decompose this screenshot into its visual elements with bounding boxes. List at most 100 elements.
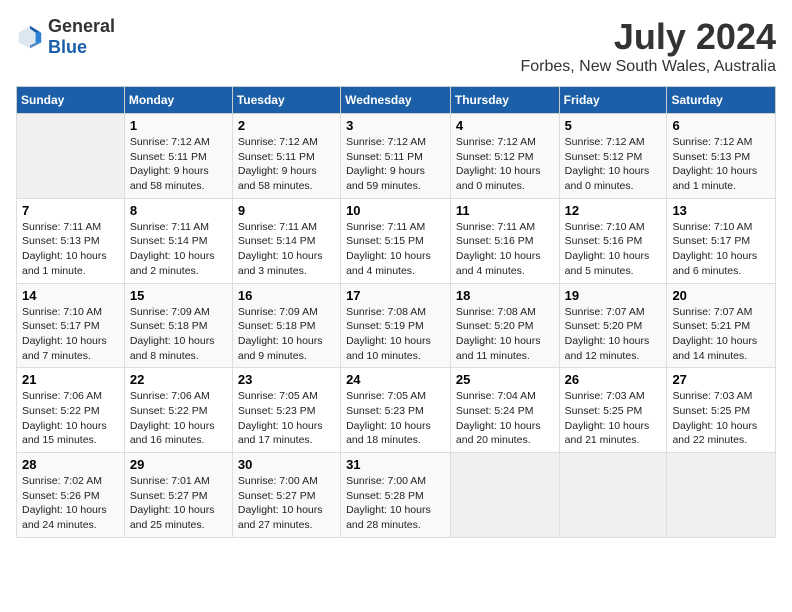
day-info: Sunrise: 7:03 AMSunset: 5:25 PMDaylight:… <box>565 390 650 446</box>
calendar-cell: 24Sunrise: 7:05 AMSunset: 5:23 PMDayligh… <box>341 368 451 453</box>
day-info: Sunrise: 7:12 AMSunset: 5:11 PMDaylight:… <box>238 136 318 192</box>
calendar-cell: 15Sunrise: 7:09 AMSunset: 5:18 PMDayligh… <box>124 283 232 368</box>
calendar-week-3: 14Sunrise: 7:10 AMSunset: 5:17 PMDayligh… <box>17 283 776 368</box>
calendar-cell: 4 Sunrise: 7:12 AMSunset: 5:12 PMDaylight… <box>450 114 559 199</box>
calendar-week-4: 21Sunrise: 7:06 AMSunset: 5:22 PMDayligh… <box>17 368 776 453</box>
calendar-cell: 27 Sunrise: 7:03 AMSunset: 5:25 PMDayligh… <box>667 368 776 453</box>
day-number: 18 <box>456 288 554 303</box>
day-number: 13 <box>672 203 770 218</box>
calendar-cell: 3 Sunrise: 7:12 AMSunset: 5:11 PMDaylight… <box>341 114 451 199</box>
day-number: 4 <box>456 118 554 133</box>
day-header-tuesday: Tuesday <box>232 87 340 114</box>
main-title: July 2024 <box>520 16 776 58</box>
calendar-cell: 13 Sunrise: 7:10 AMSunset: 5:17 PMDayligh… <box>667 198 776 283</box>
day-number: 25 <box>456 372 554 387</box>
day-info: Sunrise: 7:03 AMSunset: 5:25 PMDaylight:… <box>672 390 757 446</box>
logo-general-text: General <box>48 16 115 36</box>
day-info: Sunrise: 7:12 AMSunset: 5:12 PMDaylight:… <box>456 136 541 192</box>
day-number: 28 <box>22 457 119 472</box>
logo-text-container: General Blue <box>48 16 115 58</box>
calendar-cell: 10 Sunrise: 7:11 AMSunset: 5:15 PMDayligh… <box>341 198 451 283</box>
day-number: 20 <box>672 288 770 303</box>
day-info: Sunrise: 7:08 AMSunset: 5:19 PMDaylight:… <box>346 306 431 362</box>
day-number: 14 <box>22 288 119 303</box>
day-header-wednesday: Wednesday <box>341 87 451 114</box>
day-number: 19 <box>565 288 662 303</box>
day-info: Sunrise: 7:11 AMSunset: 5:13 PMDaylight:… <box>22 221 107 277</box>
calendar-header: SundayMondayTuesdayWednesdayThursdayFrid… <box>17 87 776 114</box>
day-info: Sunrise: 7:08 AMSunset: 5:20 PMDaylight:… <box>456 306 541 362</box>
day-number: 3 <box>346 118 445 133</box>
calendar-week-1: 1 Sunrise: 7:12 AMSunset: 5:11 PMDaylight… <box>17 114 776 199</box>
day-header-thursday: Thursday <box>450 87 559 114</box>
day-number: 29 <box>130 457 227 472</box>
calendar-cell: 31 Sunrise: 7:00 AMSunset: 5:28 PMDayligh… <box>341 453 451 538</box>
calendar-cell: 22Sunrise: 7:06 AMSunset: 5:22 PMDayligh… <box>124 368 232 453</box>
calendar-cell: 25 Sunrise: 7:04 AMSunset: 5:24 PMDayligh… <box>450 368 559 453</box>
day-info: Sunrise: 7:10 AMSunset: 5:16 PMDaylight:… <box>565 221 650 277</box>
calendar-cell <box>667 453 776 538</box>
calendar-cell: 12 Sunrise: 7:10 AMSunset: 5:16 PMDayligh… <box>559 198 667 283</box>
calendar-cell: 26 Sunrise: 7:03 AMSunset: 5:25 PMDayligh… <box>559 368 667 453</box>
calendar-cell: 23 Sunrise: 7:05 AMSunset: 5:23 PMDayligh… <box>232 368 340 453</box>
day-info: Sunrise: 7:00 AMSunset: 5:27 PMDaylight:… <box>238 475 323 531</box>
day-number: 27 <box>672 372 770 387</box>
day-number: 7 <box>22 203 119 218</box>
calendar-cell: 16Sunrise: 7:09 AMSunset: 5:18 PMDayligh… <box>232 283 340 368</box>
day-number: 17 <box>346 288 445 303</box>
calendar-cell: 5Sunrise: 7:12 AMSunset: 5:12 PMDaylight… <box>559 114 667 199</box>
day-info: Sunrise: 7:12 AMSunset: 5:13 PMDaylight:… <box>672 136 757 192</box>
calendar-cell: 1Sunrise: 7:12 AMSunset: 5:11 PMDaylight… <box>124 114 232 199</box>
day-info: Sunrise: 7:07 AMSunset: 5:21 PMDaylight:… <box>672 306 757 362</box>
calendar-cell: 28 Sunrise: 7:02 AMSunset: 5:26 PMDayligh… <box>17 453 125 538</box>
day-info: Sunrise: 7:00 AMSunset: 5:28 PMDaylight:… <box>346 475 431 531</box>
day-info: Sunrise: 7:11 AMSunset: 5:15 PMDaylight:… <box>346 221 431 277</box>
day-info: Sunrise: 7:09 AMSunset: 5:18 PMDaylight:… <box>130 306 215 362</box>
day-number: 10 <box>346 203 445 218</box>
day-number: 8 <box>130 203 227 218</box>
day-number: 1 <box>130 118 227 133</box>
calendar-cell: 21Sunrise: 7:06 AMSunset: 5:22 PMDayligh… <box>17 368 125 453</box>
calendar-cell: 8 Sunrise: 7:11 AMSunset: 5:14 PMDaylight… <box>124 198 232 283</box>
day-number: 2 <box>238 118 335 133</box>
logo-blue-text: Blue <box>48 37 87 57</box>
calendar-cell: 30 Sunrise: 7:00 AMSunset: 5:27 PMDayligh… <box>232 453 340 538</box>
header: General Blue July 2024 Forbes, New South… <box>16 16 776 76</box>
calendar-cell: 6 Sunrise: 7:12 AMSunset: 5:13 PMDaylight… <box>667 114 776 199</box>
logo-icon <box>16 23 44 51</box>
day-info: Sunrise: 7:12 AMSunset: 5:12 PMDaylight:… <box>565 136 650 192</box>
day-info: Sunrise: 7:01 AMSunset: 5:27 PMDaylight:… <box>130 475 215 531</box>
calendar-cell: 11Sunrise: 7:11 AMSunset: 5:16 PMDayligh… <box>450 198 559 283</box>
day-info: Sunrise: 7:10 AMSunset: 5:17 PMDaylight:… <box>672 221 757 277</box>
calendar-cell: 9Sunrise: 7:11 AMSunset: 5:14 PMDaylight… <box>232 198 340 283</box>
day-info: Sunrise: 7:04 AMSunset: 5:24 PMDaylight:… <box>456 390 541 446</box>
day-number: 12 <box>565 203 662 218</box>
calendar-body: 1 Sunrise: 7:12 AMSunset: 5:11 PMDaylight… <box>17 114 776 538</box>
calendar-cell: 19 Sunrise: 7:07 AMSunset: 5:20 PMDayligh… <box>559 283 667 368</box>
day-info: Sunrise: 7:11 AMSunset: 5:14 PMDaylight:… <box>238 221 323 277</box>
day-number: 30 <box>238 457 335 472</box>
day-number: 26 <box>565 372 662 387</box>
day-header-sunday: Sunday <box>17 87 125 114</box>
subtitle: Forbes, New South Wales, Australia <box>520 58 776 76</box>
day-number: 11 <box>456 203 554 218</box>
calendar-cell <box>450 453 559 538</box>
calendar-cell: 17 Sunrise: 7:08 AMSunset: 5:19 PMDayligh… <box>341 283 451 368</box>
day-info: Sunrise: 7:11 AMSunset: 5:14 PMDaylight:… <box>130 221 215 277</box>
days-header-row: SundayMondayTuesdayWednesdayThursdayFrid… <box>17 87 776 114</box>
calendar-week-2: 7 Sunrise: 7:11 AMSunset: 5:13 PMDaylight… <box>17 198 776 283</box>
day-number: 23 <box>238 372 335 387</box>
day-info: Sunrise: 7:06 AMSunset: 5:22 PMDaylight:… <box>22 390 107 446</box>
day-info: Sunrise: 7:02 AMSunset: 5:26 PMDaylight:… <box>22 475 107 531</box>
day-info: Sunrise: 7:07 AMSunset: 5:20 PMDaylight:… <box>565 306 650 362</box>
day-number: 22 <box>130 372 227 387</box>
calendar-cell: 20 Sunrise: 7:07 AMSunset: 5:21 PMDayligh… <box>667 283 776 368</box>
calendar-cell <box>559 453 667 538</box>
day-number: 6 <box>672 118 770 133</box>
day-header-saturday: Saturday <box>667 87 776 114</box>
calendar-cell: 18 Sunrise: 7:08 AMSunset: 5:20 PMDayligh… <box>450 283 559 368</box>
calendar-cell: 2 Sunrise: 7:12 AMSunset: 5:11 PMDaylight… <box>232 114 340 199</box>
day-number: 31 <box>346 457 445 472</box>
day-info: Sunrise: 7:05 AMSunset: 5:23 PMDaylight:… <box>238 390 323 446</box>
day-info: Sunrise: 7:12 AMSunset: 5:11 PMDaylight:… <box>346 136 426 192</box>
